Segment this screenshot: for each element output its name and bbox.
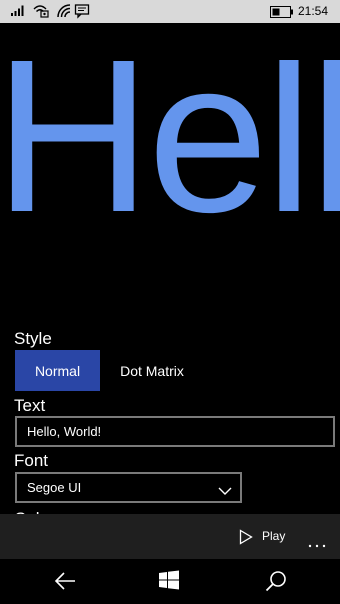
font-select-value: Segoe UI (27, 480, 82, 495)
text-input[interactable]: Hello, World! (15, 416, 335, 447)
status-bar: 21:54 (0, 0, 340, 23)
battery-icon (270, 5, 294, 23)
style-normal-button[interactable]: Normal (15, 350, 100, 391)
message-icon (74, 3, 90, 24)
style-label: Style (14, 329, 52, 348)
marquee-text: Hell (0, 60, 340, 258)
status-time: 21:54 (297, 4, 328, 18)
chevron-down-icon (218, 483, 232, 501)
windows-logo-icon[interactable] (159, 570, 179, 595)
marquee-preview: Hell (0, 60, 340, 260)
play-icon[interactable] (239, 529, 253, 550)
wifi-icon (56, 3, 72, 24)
text-label: Text (14, 396, 46, 415)
style-dot-matrix-button[interactable]: Dot Matrix (104, 350, 200, 391)
app-screen: 21:54 Hell Style Normal Dot Matrix Text … (0, 0, 340, 604)
back-arrow-icon[interactable] (54, 571, 76, 596)
wifi-call-icon (32, 3, 50, 24)
font-select[interactable]: Segoe UI (15, 472, 242, 503)
navigation-bar (0, 559, 340, 604)
command-bar: Play (0, 514, 340, 559)
font-label: Font (14, 451, 49, 470)
play-button[interactable]: Play (262, 529, 285, 543)
more-options-icon[interactable] (307, 535, 327, 553)
search-icon[interactable] (265, 570, 287, 597)
signal-icon (10, 3, 26, 22)
